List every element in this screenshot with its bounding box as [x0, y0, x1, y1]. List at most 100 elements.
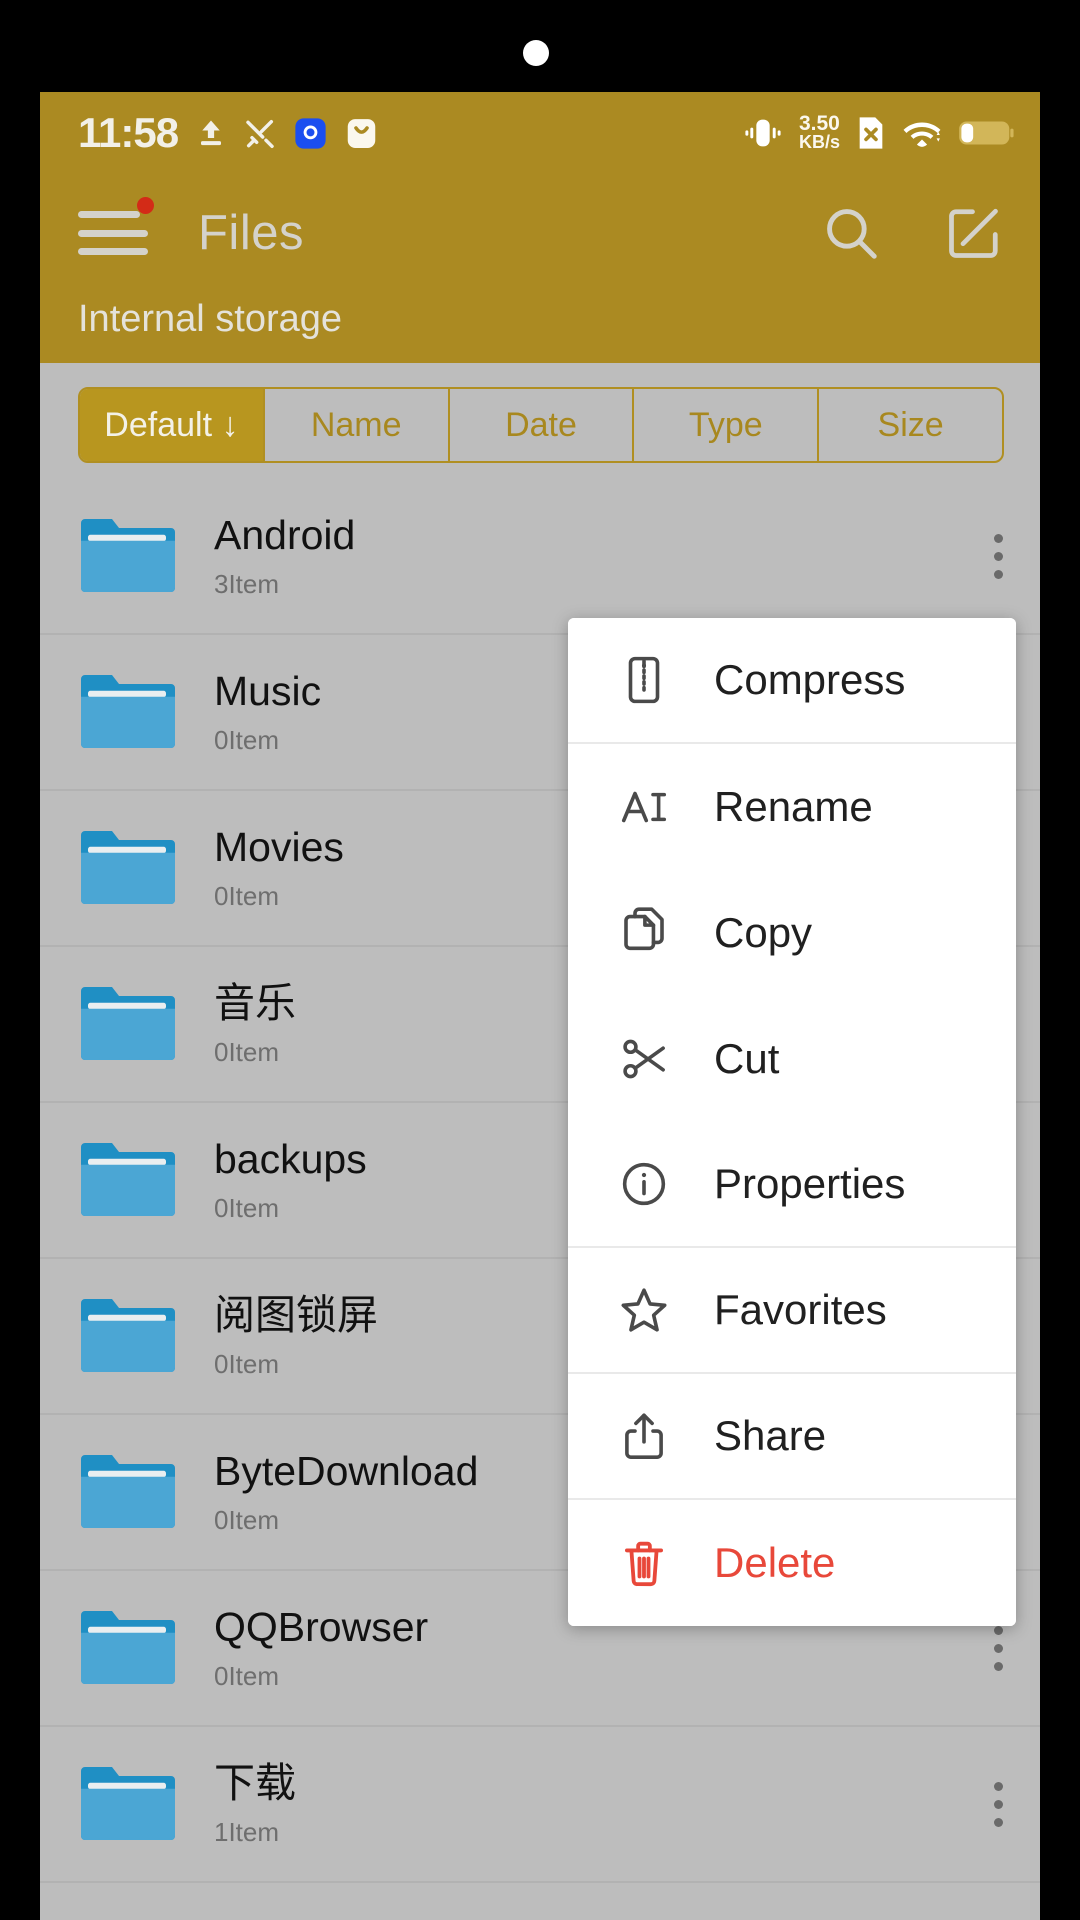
breadcrumb[interactable]: Internal storage	[40, 292, 1040, 363]
file-item-count: 0Item	[214, 725, 280, 756]
file-item-count: 0Item	[214, 1661, 280, 1692]
kebab-dot	[993, 1661, 1003, 1671]
folder-icon	[78, 828, 178, 908]
hamburger-line	[78, 248, 148, 255]
kebab-dot	[993, 1643, 1003, 1653]
zip-icon	[614, 653, 674, 707]
wifi-icon	[902, 117, 942, 149]
file-item-count: 1Item	[214, 1817, 280, 1848]
folder-icon	[78, 672, 178, 752]
context-menu-item-label: Share	[714, 1412, 827, 1459]
edit-icon[interactable]	[944, 203, 1004, 263]
file-name: QQBrowser	[214, 1603, 429, 1650]
status-bar-left: 11:58	[78, 109, 378, 157]
file-item-count: 0Item	[214, 881, 280, 912]
upload-arrow-icon	[196, 116, 226, 150]
kebab-dot	[993, 1781, 1003, 1791]
folder-icon	[78, 516, 178, 596]
file-name: Android	[214, 511, 356, 558]
battery-icon	[958, 118, 1014, 148]
app-bar: Files	[40, 174, 1040, 292]
context-menu-item-delete[interactable]: Delete	[568, 1500, 1016, 1626]
file-name: Music	[214, 667, 322, 714]
hamburger-menu-icon[interactable]	[78, 197, 154, 259]
context-menu-item-label: Delete	[714, 1539, 836, 1586]
file-name: backups	[214, 1135, 367, 1182]
file-name: 音乐	[214, 979, 296, 1026]
file-row[interactable]: 下载 1Item	[40, 1727, 1040, 1883]
sort-tab-type[interactable]: Type	[634, 389, 820, 461]
context-menu-item-label: Copy	[714, 909, 813, 956]
context-menu-item-share[interactable]: Share	[568, 1374, 1016, 1500]
hamburger-line	[78, 211, 140, 218]
row-overflow-menu-icon[interactable]	[992, 1781, 1004, 1827]
context-menu-item-label: Rename	[714, 783, 873, 830]
context-menu-item-copy[interactable]: Copy	[568, 870, 1016, 996]
info-icon	[614, 1157, 674, 1211]
status-bar: 11:58 3.50 KB/s	[40, 92, 1040, 174]
context-menu-item-rename[interactable]: Rename	[568, 744, 1016, 870]
file-meta: 阅图锁屏 0Item	[214, 1292, 378, 1380]
file-meta: 音乐 0Item	[214, 980, 296, 1068]
network-speed: 3.50 KB/s	[798, 112, 840, 153]
star-icon	[614, 1283, 674, 1337]
camera-punch-hole	[523, 40, 549, 66]
file-meta: Android 3Item	[214, 512, 355, 600]
context-menu-item-compress[interactable]: Compress	[568, 618, 1016, 744]
context-menu-item-favorites[interactable]: Favorites	[568, 1248, 1016, 1374]
context-menu-item-properties[interactable]: Properties	[568, 1122, 1016, 1248]
file-meta: backups 0Item	[214, 1136, 367, 1224]
network-speed-value: 3.50	[798, 112, 840, 136]
sort-tab-name[interactable]: Name	[265, 389, 450, 461]
kebab-dot	[993, 1817, 1003, 1827]
file-name: 下载	[214, 1759, 296, 1806]
file-row[interactable]: Android 3Item	[40, 479, 1040, 635]
file-name: ByteDownload	[214, 1447, 479, 1494]
kebab-dot	[993, 533, 1003, 543]
copy-icon	[614, 906, 674, 960]
notification-badge-dot	[137, 197, 154, 214]
file-item-count: 0Item	[214, 1193, 280, 1224]
file-meta: 下载 1Item	[214, 1760, 296, 1848]
status-clock: 11:58	[78, 109, 179, 156]
sort-tab-date[interactable]: Date	[450, 389, 635, 461]
context-menu-item-label: Compress	[714, 656, 906, 703]
context-menu: Compress Rename Copy Cut Properties Favorites…	[568, 618, 1016, 1626]
kebab-dot	[993, 1625, 1003, 1635]
tools-icon	[244, 117, 276, 149]
row-overflow-menu-icon[interactable]	[992, 1625, 1004, 1671]
row-overflow-menu-icon[interactable]	[992, 533, 1004, 579]
file-name: 阅图锁屏	[214, 1291, 378, 1338]
folder-icon	[78, 1764, 178, 1844]
kebab-dot	[993, 569, 1003, 579]
folder-icon	[78, 984, 178, 1064]
blue-app-icon	[294, 117, 327, 150]
context-menu-item-label: Favorites	[714, 1286, 887, 1333]
file-item-count: 0Item	[214, 1037, 280, 1068]
vibrate-icon	[743, 116, 783, 150]
file-item-count: 0Item	[214, 1349, 280, 1380]
trash-icon	[614, 1536, 674, 1590]
network-speed-unit: KB/s	[798, 132, 840, 153]
file-meta: ByteDownload 0Item	[214, 1448, 478, 1536]
file-item-count: 3Item	[214, 569, 280, 600]
context-menu-item-label: Properties	[714, 1160, 906, 1207]
sort-tabs: Default ↓ Name Date Type Size	[78, 387, 1004, 463]
kebab-dot	[993, 1799, 1003, 1809]
search-icon[interactable]	[820, 202, 882, 264]
status-bar-right: 3.50 KB/s	[743, 114, 1014, 151]
sort-tab-default[interactable]: Default ↓	[80, 389, 265, 461]
no-sim-icon	[856, 116, 886, 150]
sort-tab-size[interactable]: Size	[819, 389, 1002, 461]
app-bar-actions	[820, 202, 1004, 264]
text-cursor-icon	[614, 780, 674, 834]
folder-icon	[78, 1296, 178, 1376]
kebab-dot	[993, 551, 1003, 561]
mail-app-icon	[345, 117, 378, 150]
context-menu-item-cut[interactable]: Cut	[568, 996, 1016, 1122]
hamburger-line	[78, 229, 148, 237]
file-meta: Music 0Item	[214, 668, 321, 756]
page-title: Files	[198, 206, 304, 260]
folder-icon	[78, 1140, 178, 1220]
phone-screen: 11:58 3.50 KB/s Files Internal storage D…	[0, 0, 1080, 1920]
